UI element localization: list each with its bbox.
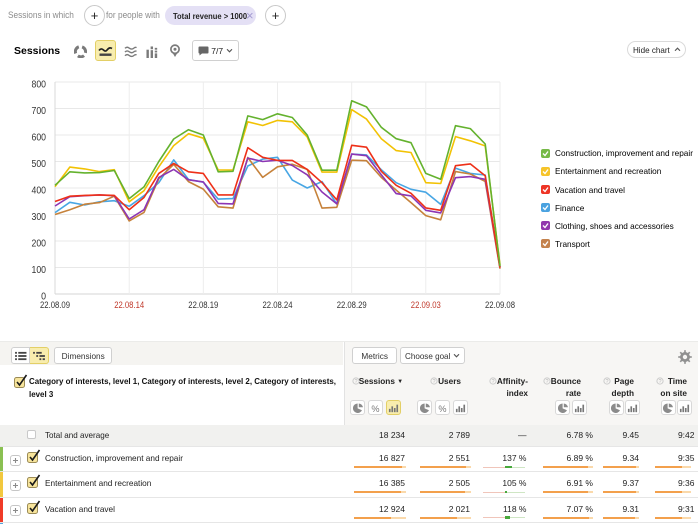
svg-text:22.08.29: 22.08.29 bbox=[337, 300, 367, 310]
svg-text:?: ? bbox=[658, 379, 661, 385]
svg-text:22.08.09: 22.08.09 bbox=[40, 300, 70, 310]
svg-text:300: 300 bbox=[32, 212, 47, 223]
svg-text:%: % bbox=[438, 403, 446, 412]
svg-text:800: 800 bbox=[32, 79, 47, 90]
svg-text:600: 600 bbox=[32, 132, 47, 143]
svg-text:22.08.14: 22.08.14 bbox=[114, 300, 144, 310]
svg-text:200: 200 bbox=[32, 238, 47, 249]
svg-text:100: 100 bbox=[32, 265, 47, 276]
svg-text:400: 400 bbox=[32, 185, 47, 196]
svg-text:22.08.19: 22.08.19 bbox=[188, 300, 218, 310]
svg-text:%: % bbox=[371, 403, 379, 412]
svg-text:22.09.03: 22.09.03 bbox=[411, 300, 441, 310]
svg-text:700: 700 bbox=[32, 106, 47, 117]
svg-text:500: 500 bbox=[32, 159, 47, 170]
svg-text:22.09.08: 22.09.08 bbox=[485, 300, 515, 310]
svg-text:22.08.24: 22.08.24 bbox=[263, 300, 293, 310]
